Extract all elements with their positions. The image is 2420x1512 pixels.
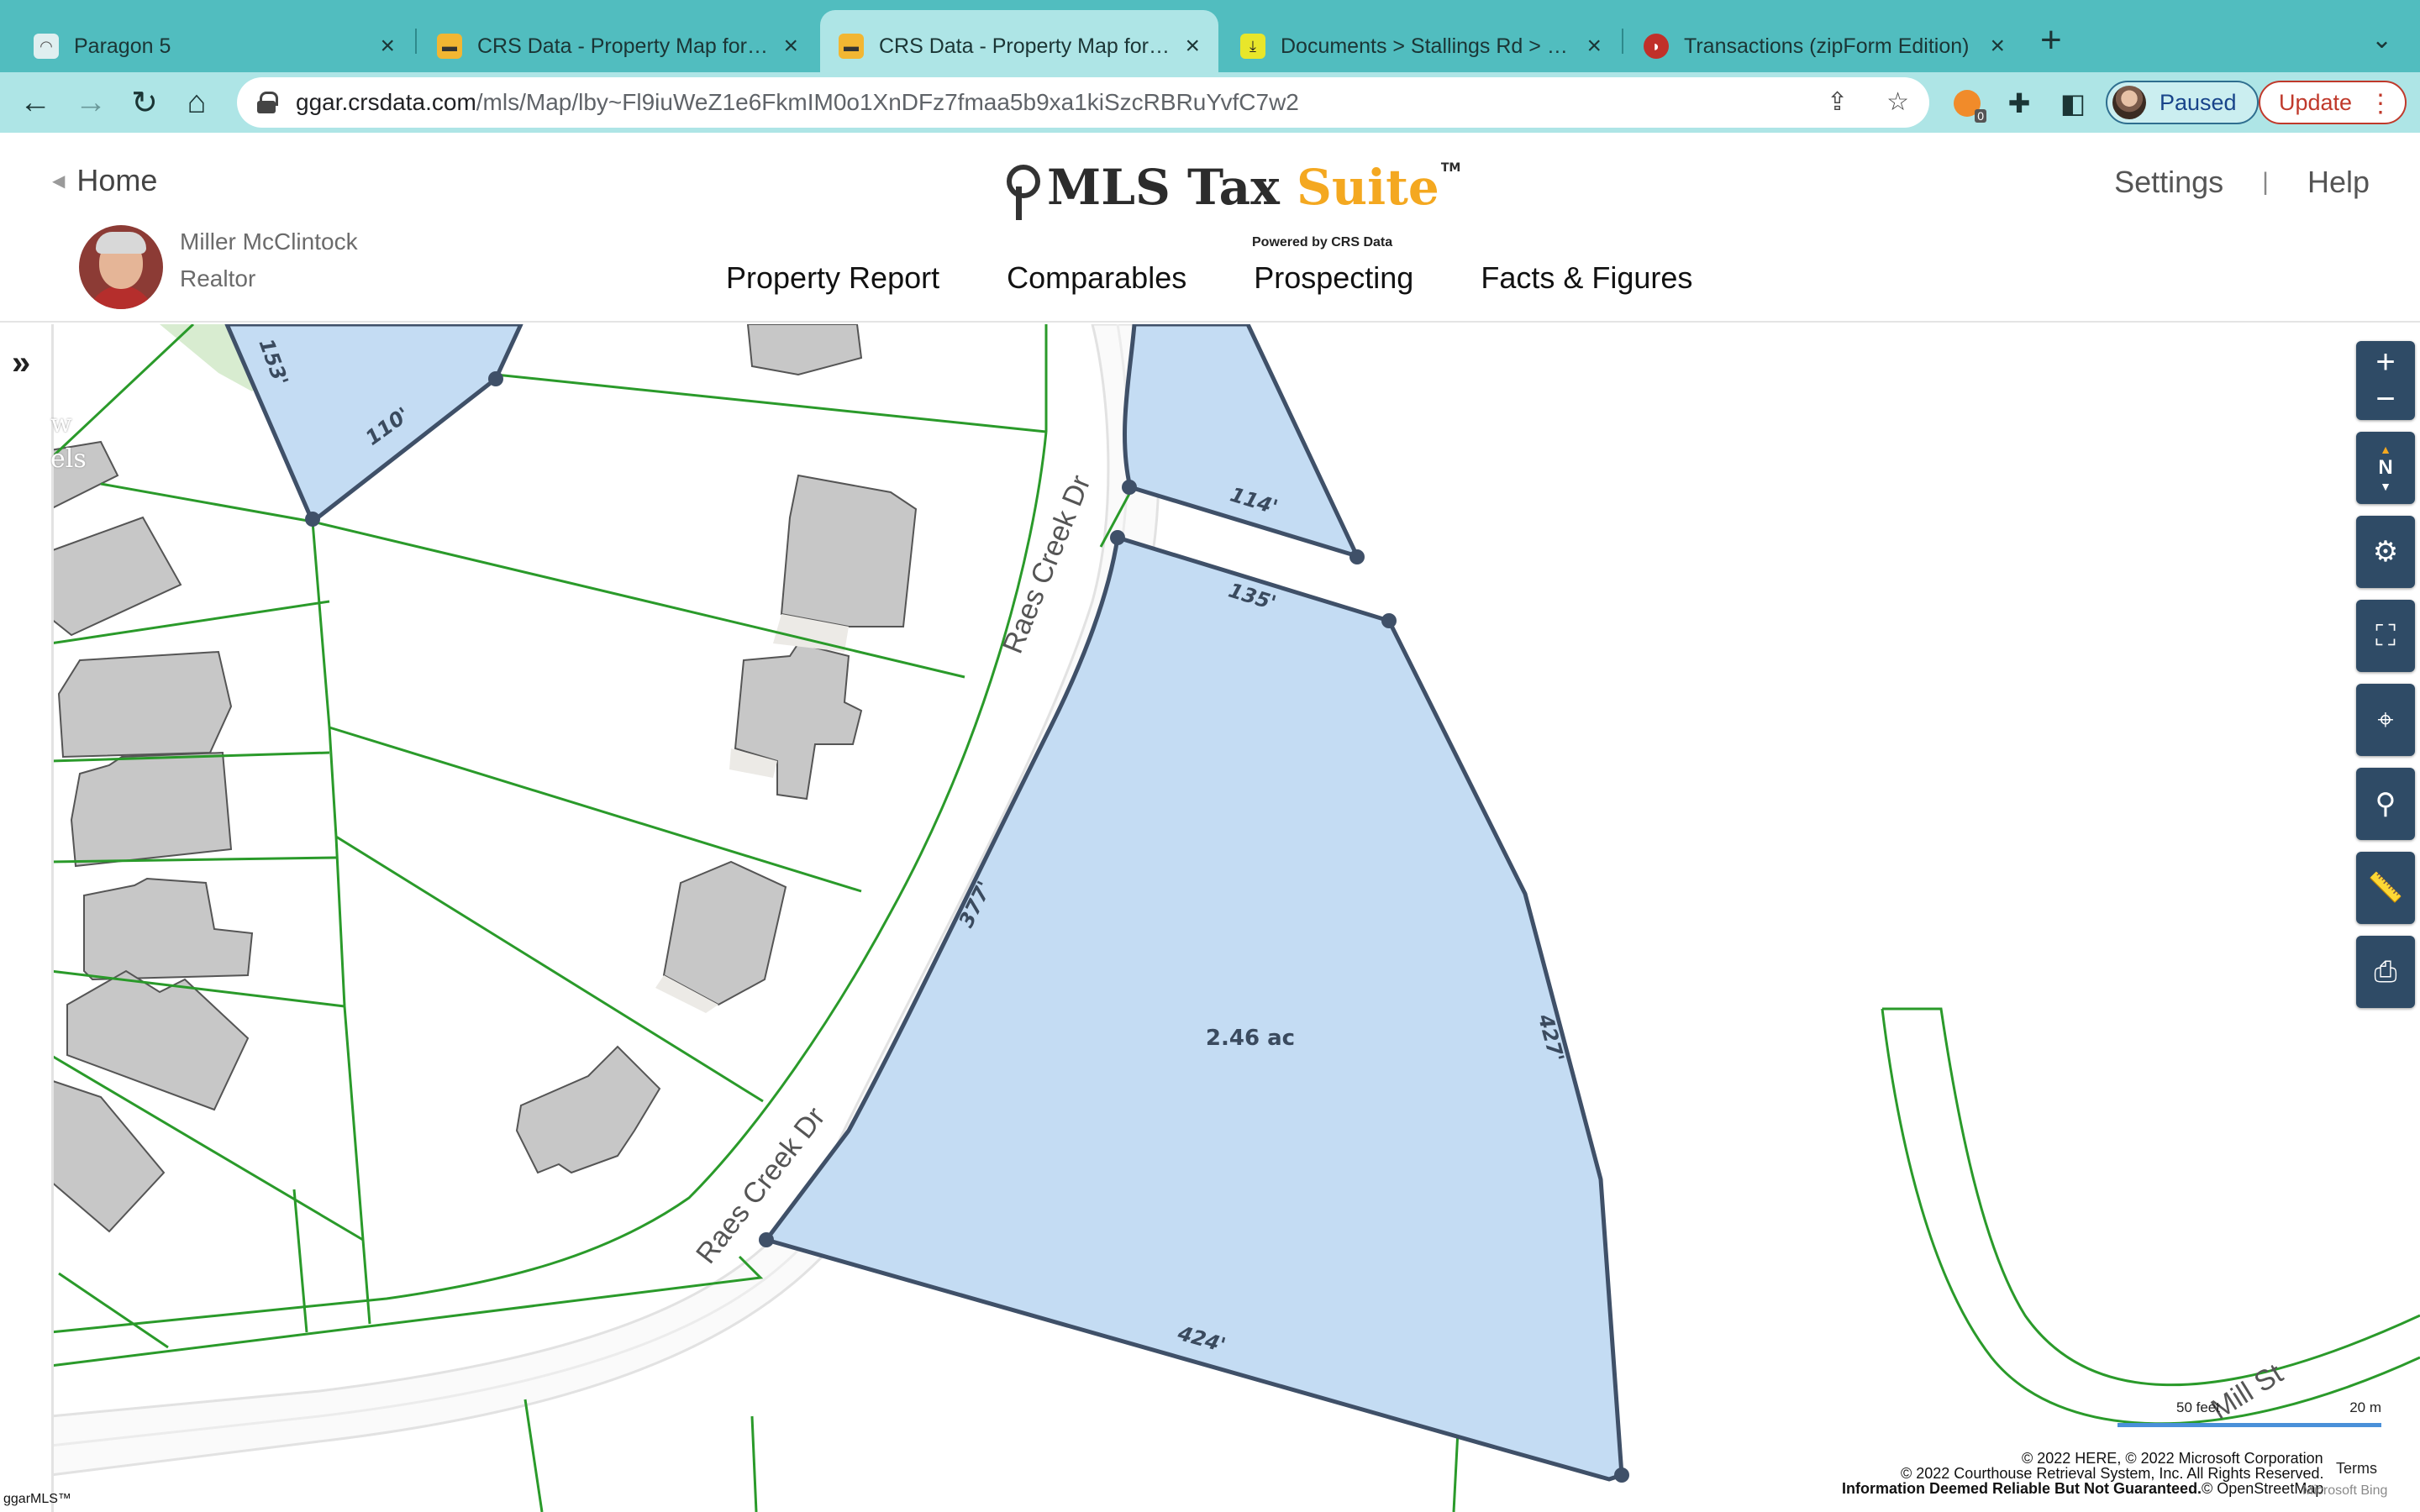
nav-prospecting[interactable]: Prospecting [1254, 260, 1413, 296]
browser-tab-bar: ◠ Paragon 5 × ▬ CRS Data - Property Map … [0, 0, 2420, 82]
sidebar-peek-text: w els [50, 409, 87, 474]
share-icon[interactable]: ⇪ [1827, 87, 1848, 117]
zoom-in-icon[interactable]: + [2375, 344, 2395, 381]
map-disclaimer: Information Deemed Reliable But Not Guar… [1842, 1480, 2202, 1497]
search-icon[interactable]: ⚲ [2356, 768, 2415, 840]
compass-icon[interactable]: ▲ N ▼ [2356, 432, 2415, 504]
zoom-control[interactable]: + − [2356, 341, 2415, 420]
zipform-icon: ◗ [1644, 34, 1669, 59]
terms-link[interactable]: Terms [2336, 1460, 2377, 1478]
nav-facts-figures[interactable]: Facts & Figures [1481, 260, 1692, 296]
gear-icon[interactable]: ⚙ [2356, 516, 2415, 588]
forward-icon[interactable]: → [66, 72, 116, 133]
url-path: /mls/Map/lby~Fl9iuWeZ1e6FkmIM0o1XnDFz7fm… [476, 89, 1299, 115]
buildings [50, 324, 918, 1233]
double-chevron-right-icon: » [12, 344, 31, 381]
close-icon[interactable]: × [380, 34, 395, 59]
parcel-north[interactable] [1123, 324, 1360, 559]
tab-separator [415, 29, 417, 54]
avatar [2112, 86, 2146, 119]
lock-icon [257, 92, 278, 113]
help-link[interactable]: Help [2307, 165, 2370, 200]
crs-icon: ▬ [437, 34, 462, 59]
more-icon: ⋮ [2368, 90, 2393, 118]
bing-logo: Microsoft Bing [2302, 1483, 2388, 1498]
logo-text-suite: Suite [1297, 159, 1439, 216]
close-icon[interactable]: × [783, 34, 798, 59]
update-button[interactable]: Update ⋮ [2259, 81, 2407, 124]
parcel-map[interactable]: 135' 377' 427' 424' 114' 153' 110' 2.46 … [0, 324, 2420, 1512]
logo-text: MLS Tax [1047, 159, 1297, 216]
extension-badge: 0 [1975, 109, 1986, 123]
print-icon[interactable]: ⎙ [2356, 936, 2415, 1008]
download-icon: ⤓ [1240, 34, 1265, 59]
back-arrow-icon: ◀ [52, 171, 66, 191]
select-area-icon[interactable]: ⛶ [2356, 600, 2415, 672]
close-icon[interactable]: × [1185, 34, 1200, 59]
app-header: ◀ Home MLS Tax Suite TM Powered by CRS D… [0, 133, 2420, 323]
parcel-acreage: 2.46 ac [1206, 1026, 1295, 1051]
settings-link[interactable]: Settings [2114, 165, 2223, 200]
nav-comparables[interactable]: Comparables [1007, 260, 1186, 296]
close-icon[interactable]: × [1586, 34, 1602, 59]
agent-photo [79, 225, 163, 309]
crs-icon: ▬ [839, 34, 864, 59]
url-host: ggar.crsdata.com [296, 89, 476, 115]
logo-trademark: TM [1440, 161, 1461, 175]
agent-name: Miller McClintock [180, 228, 358, 255]
locate-icon[interactable]: ⌖ [2356, 684, 2415, 756]
mls-watermark: ggarMLS™ [3, 1492, 71, 1506]
ruler-icon[interactable]: 📏 [2356, 852, 2415, 924]
divider: | [2262, 168, 2269, 196]
mls-tax-suite-logo[interactable]: MLS Tax Suite TM Powered by CRS Data [1005, 158, 1461, 249]
map-canvas[interactable]: 135' 377' 427' 424' 114' 153' 110' 2.46 … [0, 324, 2420, 1512]
nav-property-report[interactable]: Property Report [726, 260, 939, 296]
new-tab-icon[interactable]: + [2040, 22, 2062, 59]
header-links: Settings | Help [2114, 165, 2370, 200]
zoom-out-icon[interactable]: − [2375, 381, 2395, 417]
profile-button[interactable]: Paused [2106, 81, 2259, 124]
home-icon[interactable]: ⌂ [171, 72, 222, 133]
back-icon[interactable]: ← [10, 72, 60, 133]
reload-icon[interactable]: ↻ [119, 72, 170, 133]
bookmark-star-icon[interactable]: ☆ [1886, 87, 1909, 117]
key-pin-icon [1005, 165, 1040, 223]
address-bar[interactable]: ggar.crsdata.com/mls/Map/lby~Fl9iuWeZ1e6… [237, 77, 1929, 128]
agent-title: Realtor [180, 265, 256, 291]
paragon-icon: ◠ [34, 34, 59, 59]
close-icon[interactable]: × [1990, 34, 2005, 59]
browser-toolbar: ← → ↻ ⌂ ggar.crsdata.com/mls/Map/lby~Fl9… [0, 72, 2420, 133]
sidebar-toggle[interactable]: » [0, 324, 54, 1512]
chevron-down-icon[interactable]: ⌄ [2371, 25, 2392, 55]
puzzle-icon[interactable]: ✚ [2000, 84, 2039, 123]
sidebar-icon[interactable]: ◧ [2054, 84, 2092, 123]
main-nav: Property Report Comparables Prospecting … [726, 260, 1692, 296]
scale-bar: 50 feet 20 m [2118, 1399, 2381, 1433]
extension-icon[interactable]: 0 [1948, 84, 1986, 123]
map-controls: + − ▲ N ▼ ⚙ ⛶ ⌖ ⚲ 📏 ⎙ [2356, 341, 2418, 1020]
home-link[interactable]: ◀ Home [52, 163, 157, 198]
logo-powered-by: Powered by CRS Data [1252, 235, 1393, 249]
tab-separator [1622, 29, 1623, 54]
